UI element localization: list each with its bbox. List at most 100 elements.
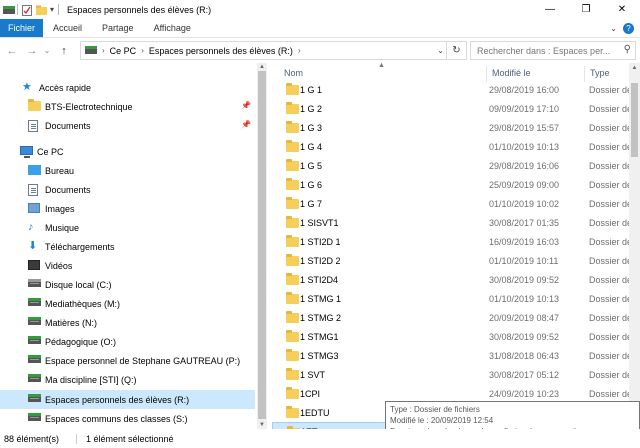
nav-label: Documents: [45, 120, 91, 131]
file-row[interactable]: 1 G 4 01/10/2019 10:13 Dossier de fichiers: [272, 137, 629, 156]
nav-ce-pc[interactable]: Ce PC: [0, 142, 255, 161]
file-row[interactable]: 1 G 2 09/09/2019 17:10 Dossier de fichiers: [272, 99, 629, 118]
address-bar[interactable]: › Ce PC › Espaces personnels des élèves …: [80, 41, 467, 60]
help-icon[interactable]: ?: [623, 23, 634, 34]
file-row[interactable]: 1 G 5 29/08/2019 16:06 Dossier de fichiers: [272, 156, 629, 175]
title-bar: ▾ Espaces personnels des élèves (R:) — ❐…: [0, 0, 640, 19]
properties-icon[interactable]: [22, 4, 32, 16]
file-type: Dossier de fichiers: [589, 179, 629, 190]
nav-bts-electrotechnique[interactable]: BTS-Electrotechnique 📌: [0, 97, 255, 116]
tab-partage[interactable]: Partage: [92, 19, 144, 37]
documents-icon: [28, 120, 38, 132]
folder-icon: [286, 254, 299, 266]
nav-images[interactable]: Images: [0, 199, 255, 218]
file-row[interactable]: 1 G 7 01/10/2019 10:02 Dossier de fichiers: [272, 194, 629, 213]
back-arrow-icon: ←: [6, 44, 18, 57]
file-row[interactable]: 1 G 3 29/08/2019 15:57 Dossier de fichiers: [272, 118, 629, 137]
nav-espace-personnel[interactable]: Espace personnel de Stephane GAUTREAU (P…: [0, 351, 255, 370]
search-box[interactable]: Rechercher dans : Espaces per... ⚲: [470, 41, 636, 60]
recent-locations-button[interactable]: ⌄: [42, 43, 52, 59]
nav-documents-quick[interactable]: Documents 📌: [0, 116, 255, 135]
network-drive-icon-wrap: [28, 413, 41, 424]
nav-mediatheques[interactable]: Mediathèques (M:): [0, 294, 255, 313]
new-folder-icon[interactable]: [36, 5, 47, 15]
scroll-up-arrow-icon[interactable]: ▲: [257, 63, 267, 71]
file-type: Dossier de fichiers: [589, 198, 629, 209]
folder-icon: [286, 197, 299, 209]
address-dropdown-icon[interactable]: ⌄: [437, 42, 444, 59]
refresh-button[interactable]: ↻: [446, 42, 466, 59]
restore-button[interactable]: ❐: [568, 0, 604, 19]
documents-icon-wrap: [28, 120, 40, 132]
file-type: Dossier de fichiers: [589, 141, 629, 152]
file-row[interactable]: 1 STI2D 1 16/09/2019 16:03 Dossier de fich…: [272, 232, 629, 251]
nav-quick-access[interactable]: ★ Accès rapide: [0, 78, 255, 97]
breadcrumb-ce-pc[interactable]: Ce PC: [110, 46, 137, 56]
file-row[interactable]: 1 STI2D4 30/08/2019 09:52 Dossier de fichi…: [272, 270, 629, 289]
file-row[interactable]: 1 SVT 30/08/2017 05:12 Dossier de fichiers: [272, 365, 629, 384]
back-button[interactable]: ←: [4, 43, 20, 59]
file-modified-date: 24/09/2019 10:23: [489, 388, 560, 399]
customize-toolbar-icon[interactable]: ▾: [50, 5, 54, 14]
file-list-scrollbar[interactable]: ▲ ▼: [629, 63, 640, 429]
search-icon: ⚲: [623, 44, 631, 55]
nav-videos[interactable]: Vidéos: [0, 256, 255, 275]
tab-affichage[interactable]: Affichage: [144, 19, 201, 37]
scroll-up-arrow-icon[interactable]: ▲: [629, 63, 640, 73]
nav-documents[interactable]: Documents: [0, 180, 255, 199]
nav-ma-discipline[interactable]: Ma discipline [STI] (Q:): [0, 370, 255, 389]
file-row[interactable]: 1 STMG1 30/08/2019 09:52 Dossier de fichie…: [272, 327, 629, 346]
scroll-thumb[interactable]: [631, 83, 638, 157]
scroll-thumb[interactable]: [258, 71, 266, 419]
file-row[interactable]: 1 G 1 29/08/2019 16:00 Dossier de fichiers: [272, 80, 629, 99]
file-row[interactable]: 1 STMG3 31/08/2018 06:43 Dossier de fichie…: [272, 346, 629, 365]
scroll-down-arrow-icon[interactable]: ▼: [257, 421, 267, 429]
expand-ribbon-icon[interactable]: ⌄: [610, 24, 617, 33]
this-pc-icon: [20, 146, 33, 158]
file-type: Dossier de fichiers: [589, 369, 629, 380]
tab-accueil[interactable]: Accueil: [43, 19, 92, 37]
navigation-pane-scrollbar[interactable]: ▲ ▼: [257, 63, 267, 429]
pin-icon[interactable]: 📌: [241, 120, 251, 129]
file-name: 1 G 5: [300, 160, 323, 171]
desktop-icon: [28, 165, 41, 175]
file-name: 1 STI2D4: [300, 274, 339, 285]
tab-fichier[interactable]: Fichier: [0, 19, 44, 37]
breadcrumb-current[interactable]: Espaces personnels des élèves (R:): [149, 46, 293, 56]
nav-musique[interactable]: ♪ Musique: [0, 218, 255, 237]
nav-label: Espace personnel de Stephane GAUTREAU (P…: [45, 355, 241, 366]
file-row[interactable]: 1 G 6 25/09/2019 09:00 Dossier de fichiers: [272, 175, 629, 194]
close-button[interactable]: ✕: [604, 0, 640, 19]
folder-icon: [286, 387, 299, 399]
forward-button[interactable]: →: [24, 43, 40, 59]
file-list-pane: ▲ Nom Modifié le Type 1 G 1 29/08/2019 16…: [272, 63, 630, 429]
file-type: Dossier de fichiers: [589, 160, 629, 171]
toolbar-separator: [58, 4, 60, 15]
file-modified-date: 01/10/2019 10:02: [489, 198, 560, 209]
nav-pedagogique[interactable]: Pédagogique (O:): [0, 332, 255, 351]
file-explorer-window: ▾ Espaces personnels des élèves (R:) — ❐…: [0, 0, 640, 448]
nav-espaces-communs[interactable]: Espaces communs des classes (S:): [0, 409, 255, 428]
file-row[interactable]: 1 STI2D 2 01/10/2019 10:11 Dossier de fich…: [272, 251, 629, 270]
breadcrumb-chevron-icon[interactable]: ›: [102, 46, 105, 55]
nav-label: Ce PC: [37, 146, 64, 157]
nav-bureau[interactable]: Bureau: [0, 161, 255, 180]
file-type: Dossier de fichiers: [589, 255, 629, 266]
file-modified-date: 20/09/2019 08:47: [489, 312, 560, 323]
network-drive-icon-wrap: [28, 374, 41, 385]
nav-telechargements[interactable]: ⬇ Téléchargements: [0, 237, 255, 256]
nav-disque-local[interactable]: Disque local (C:): [0, 275, 255, 294]
pin-icon[interactable]: 📌: [241, 101, 251, 110]
minimize-button[interactable]: —: [532, 0, 568, 19]
breadcrumb-chevron-icon[interactable]: ›: [298, 46, 301, 55]
file-row[interactable]: 1 STMG 1 01/10/2019 10:13 Dossier de fichi…: [272, 289, 629, 308]
item-count: 88 élément(s): [4, 433, 60, 444]
up-button[interactable]: ↑: [56, 43, 72, 59]
file-modified-date: 30/08/2019 09:52: [489, 274, 560, 285]
nav-label: Documents: [45, 184, 91, 195]
breadcrumb-chevron-icon[interactable]: ›: [141, 46, 144, 55]
nav-espaces-eleves[interactable]: Espaces personnels des élèves (R:): [0, 390, 255, 409]
file-row[interactable]: 1 STMG 2 20/09/2019 08:47 Dossier de fichi…: [272, 308, 629, 327]
nav-matieres[interactable]: Matières (N:): [0, 313, 255, 332]
file-row[interactable]: 1 SISVT1 30/08/2017 01:35 Dossier de fichi…: [272, 213, 629, 232]
